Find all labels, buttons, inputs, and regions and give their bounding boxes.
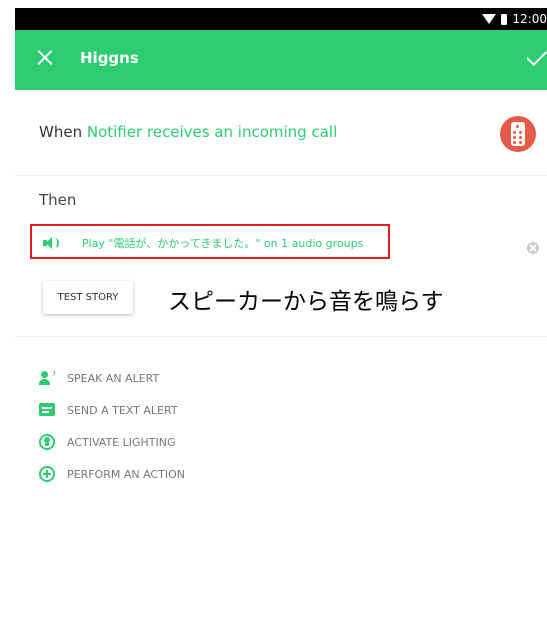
action-description: Play "電話が、かかってきました。" on 1 audio groups: [82, 237, 364, 250]
divider: [15, 336, 547, 337]
add-action-label: SPEAK AN ALERT: [67, 371, 160, 385]
wifi-icon: [482, 14, 497, 24]
add-action-label: PERFORM AN ACTION: [67, 467, 185, 481]
lightbulb-icon: [39, 434, 55, 450]
speaker-icon: [43, 237, 59, 249]
add-circle-icon: [39, 466, 55, 482]
check-icon[interactable]: [527, 44, 547, 68]
add-action-label: ACTIVATE LIGHTING: [67, 435, 176, 449]
when-prefix: When: [39, 123, 83, 141]
status-time: 12:00: [512, 12, 547, 26]
add-action-speak-alert[interactable]: SPEAK AN ALERT: [39, 362, 339, 394]
when-trigger-row[interactable]: When Notifier receives an incoming call: [15, 90, 547, 176]
add-action-perform[interactable]: PERFORM AN ACTION: [39, 458, 339, 490]
close-icon[interactable]: [37, 49, 53, 65]
message-icon: [39, 402, 55, 418]
test-story-button[interactable]: TEST STORY: [43, 281, 133, 314]
when-trigger: Notifier receives an incoming call: [86, 123, 338, 141]
status-bar: 12:00: [15, 8, 547, 30]
play-audio-action[interactable]: Play "電話が、かかってきました。" on 1 audio groups: [30, 224, 390, 259]
app-screen: 12:00 Higgns When Notifier receives an i…: [15, 8, 547, 620]
remove-action-icon[interactable]: [527, 242, 539, 254]
add-action-text-alert[interactable]: SEND A TEXT ALERT: [39, 394, 339, 426]
then-label: Then: [39, 191, 77, 209]
add-action-lighting[interactable]: ACTIVATE LIGHTING: [39, 426, 339, 458]
add-action-list: SPEAK AN ALERT SEND A TEXT ALERT ACTIVAT…: [39, 362, 339, 490]
annotation-caption: スピーカーから音を鳴らす: [168, 289, 444, 315]
app-bar: Higgns: [15, 30, 547, 90]
when-text: When Notifier receives an incoming call: [39, 123, 337, 141]
remote-control-icon: [500, 116, 536, 152]
app-title: Higgns: [80, 49, 139, 67]
add-action-label: SEND A TEXT ALERT: [67, 403, 178, 417]
battery-icon: [501, 13, 508, 25]
speak-icon: [39, 370, 55, 386]
status-icons: 12:00: [482, 12, 547, 26]
